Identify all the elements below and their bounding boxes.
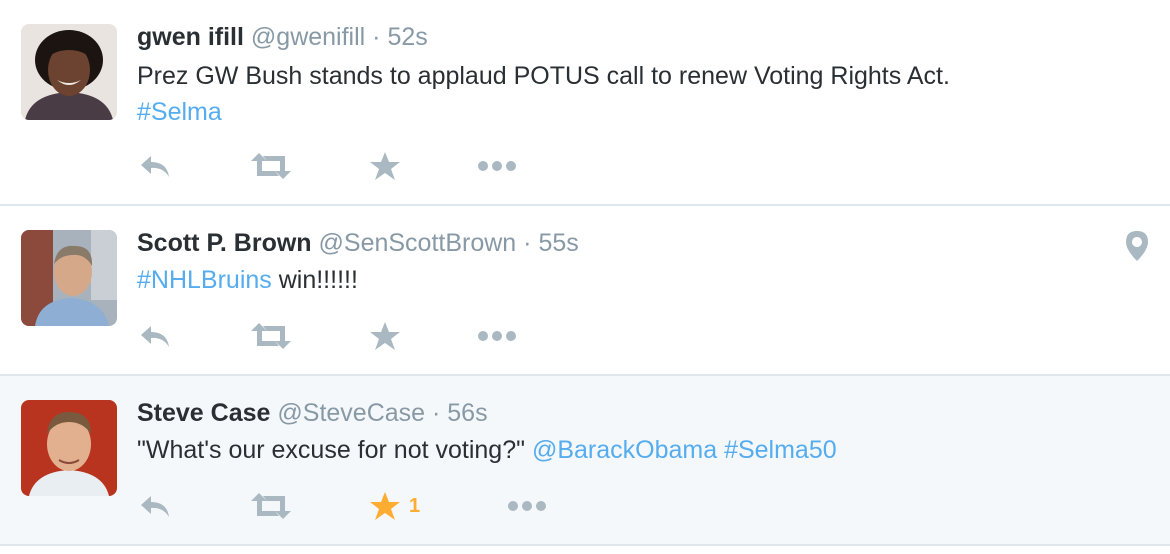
avatar-scott-brown[interactable]	[21, 230, 117, 326]
reply-button[interactable]	[137, 486, 173, 526]
hashtag-link[interactable]: #Selma	[137, 98, 222, 126]
tweet-text: "What's our excuse for not voting?" @Bar…	[137, 432, 1137, 468]
tweet-divider	[0, 544, 1170, 546]
tweet-steve-case[interactable]: Steve Case @SteveCase · 56s "What's our …	[0, 376, 1170, 544]
timestamp[interactable]: 55s	[538, 229, 578, 257]
favorite-star-icon	[369, 151, 401, 181]
retweet-icon	[249, 321, 293, 351]
tweet-header: gwen ifill @gwenifill · 52s	[137, 22, 428, 52]
tweet-scott-brown[interactable]: Scott P. Brown @SenScottBrown · 55s #NHL…	[0, 206, 1170, 374]
timestamp[interactable]: 52s	[387, 23, 427, 51]
author-name[interactable]: Steve Case	[137, 399, 270, 427]
hashtag-link[interactable]: #Selma50	[724, 436, 837, 464]
author-name[interactable]: gwen ifill	[137, 23, 244, 51]
more-button[interactable]	[477, 146, 517, 186]
tweet-gwen-ifill[interactable]: gwen ifill @gwenifill · 52s Prez GW Bush…	[0, 0, 1170, 205]
favorite-button[interactable]	[369, 316, 401, 356]
author-handle[interactable]: @gwenifill	[251, 23, 365, 51]
author-name[interactable]: Scott P. Brown	[137, 229, 312, 257]
author-handle[interactable]: @SteveCase	[277, 399, 425, 427]
reply-icon	[137, 492, 173, 520]
more-dots-icon	[477, 160, 517, 172]
tweet-text-body: Prez GW Bush stands to applaud POTUS cal…	[137, 62, 950, 90]
more-dots-icon	[477, 330, 517, 342]
tweet-text: Prez GW Bush stands to applaud POTUS cal…	[137, 58, 1137, 130]
hashtag-link[interactable]: #NHLBruins	[137, 266, 272, 294]
favorite-star-icon	[369, 321, 401, 351]
avatar-image	[21, 400, 117, 496]
reply-icon	[137, 322, 173, 350]
reply-button[interactable]	[137, 146, 173, 186]
timestamp[interactable]: 56s	[447, 399, 487, 427]
avatar-steve-case[interactable]	[21, 400, 117, 496]
tweet-text: #NHLBruins win!!!!!!	[137, 262, 1137, 298]
mention-link[interactable]: @BarackObama	[532, 436, 717, 464]
author-handle[interactable]: @SenScottBrown	[319, 229, 517, 257]
reply-button[interactable]	[137, 316, 173, 356]
avatar-image	[21, 24, 117, 120]
favorite-button[interactable]	[369, 146, 401, 186]
tweet-header: Scott P. Brown @SenScottBrown · 55s	[137, 228, 579, 258]
separator: ·	[425, 399, 448, 427]
tweet-header: Steve Case @SteveCase · 56s	[137, 398, 488, 428]
separator: ·	[365, 23, 388, 51]
retweet-button[interactable]	[249, 316, 293, 356]
retweet-button[interactable]	[249, 486, 293, 526]
retweet-icon	[249, 151, 293, 181]
avatar-image	[21, 230, 117, 326]
avatar-gwen-ifill[interactable]	[21, 24, 117, 120]
more-button[interactable]	[507, 486, 547, 526]
retweet-button[interactable]	[249, 146, 293, 186]
retweet-icon	[249, 491, 293, 521]
tweet-text-body: "What's our excuse for not voting?"	[137, 436, 532, 464]
more-button[interactable]	[477, 316, 517, 356]
favorite-button[interactable]: 1	[369, 486, 420, 526]
reply-icon	[137, 152, 173, 180]
separator: ·	[516, 229, 539, 257]
favorite-count: 1	[409, 494, 421, 517]
favorite-star-icon	[369, 491, 401, 521]
more-dots-icon	[507, 500, 547, 512]
tweet-text-body: win!!!!!!	[271, 266, 358, 294]
